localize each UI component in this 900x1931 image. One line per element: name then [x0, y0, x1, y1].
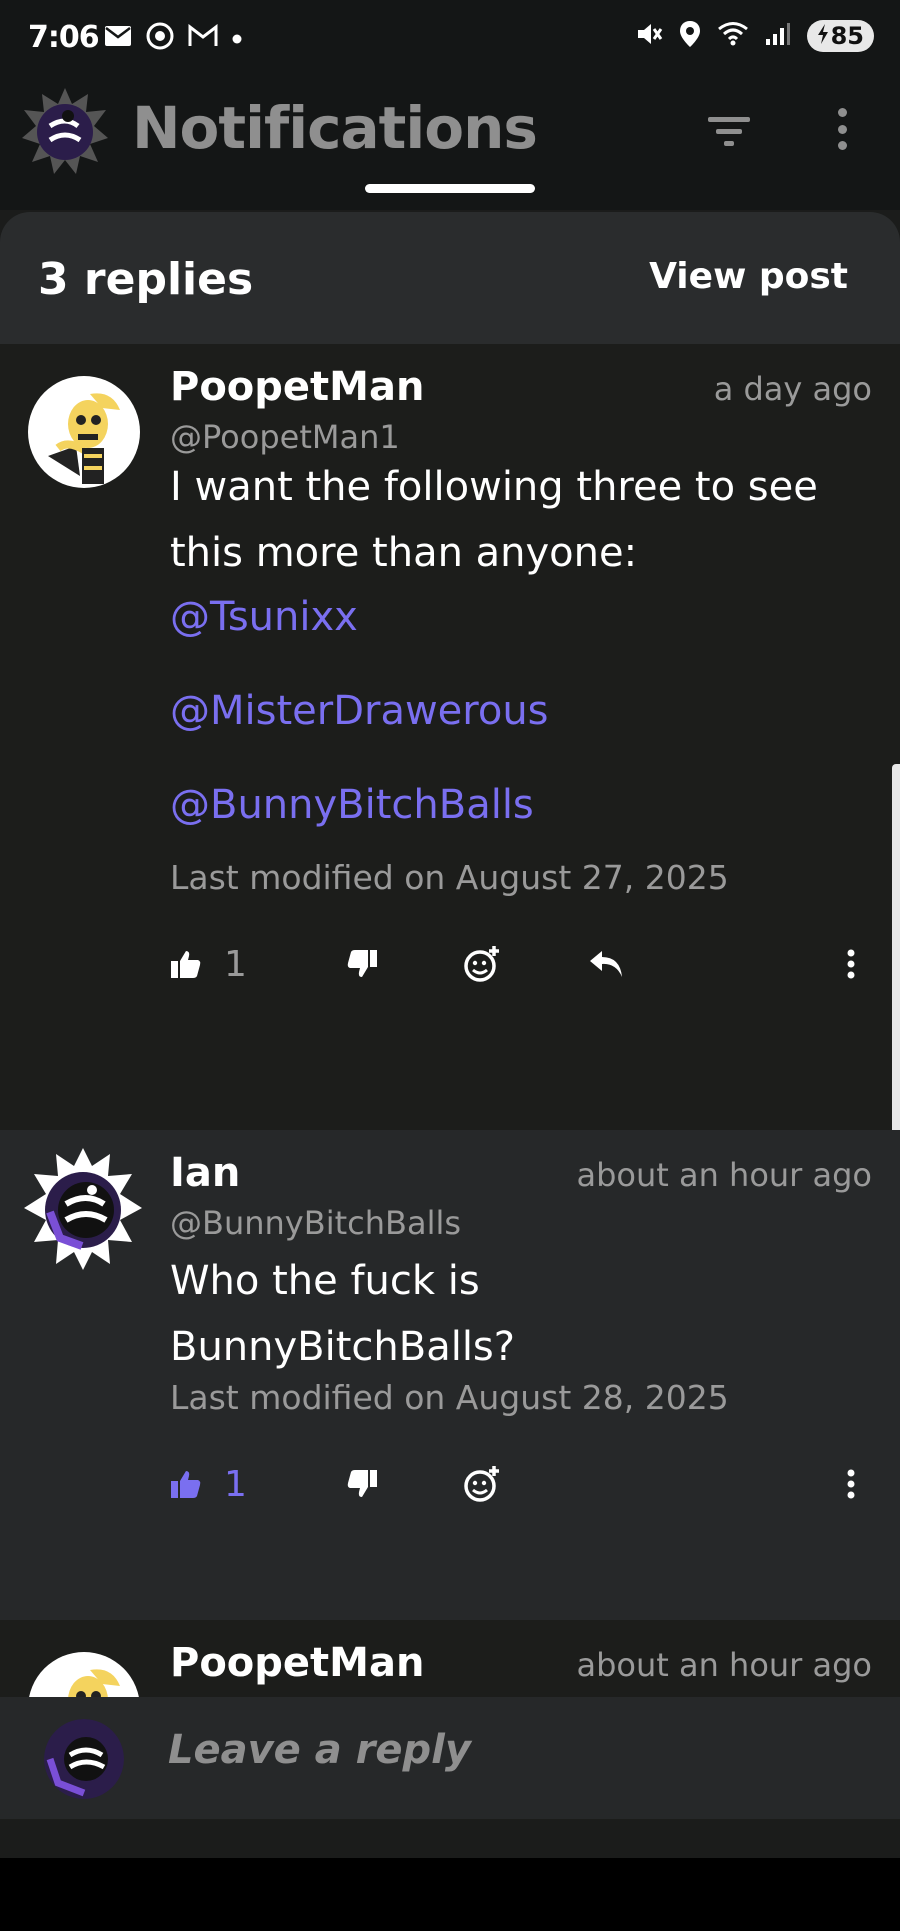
comment-actions: 1 [0, 1454, 900, 1514]
thumbs-down-icon [346, 949, 378, 979]
dot [837, 141, 847, 150]
mention-link[interactable]: @MisterDrawerous [170, 688, 549, 734]
comment-time: a day ago [713, 370, 872, 408]
comment-body: I want the following three to see this m… [170, 454, 880, 586]
more-vertical-icon [846, 1469, 856, 1499]
upvote-button[interactable]: 1 [170, 934, 247, 994]
mention-link[interactable]: @BunnyBitchBalls [170, 782, 534, 828]
last-modified: Last modified on August 28, 2025 [170, 1378, 729, 1417]
status-time: 7:06 [28, 20, 100, 55]
add-emoji-icon [462, 1464, 502, 1504]
comment-time: about an hour ago [576, 1646, 872, 1684]
view-post-button[interactable]: View post [649, 256, 848, 297]
comment-more-button[interactable] [846, 1454, 856, 1514]
comment-item: PoopetMan a day ago @PoopetMan1 I want t… [0, 344, 900, 1144]
wifi-icon [717, 21, 749, 51]
add-reaction-button[interactable] [462, 934, 502, 994]
downvote-button[interactable] [346, 1454, 378, 1514]
comment-handle[interactable]: @PoopetMan1 [170, 418, 400, 456]
comment-body: Who the fuck is BunnyBitchBalls? [170, 1248, 880, 1380]
add-emoji-icon [462, 944, 502, 984]
dot [837, 124, 847, 134]
status-left-icons [104, 22, 242, 54]
notification-dot-icon [232, 29, 242, 48]
comment-author[interactable]: PoopetMan [170, 364, 424, 410]
thumbs-down-icon [346, 1469, 378, 1499]
downvote-button[interactable] [346, 934, 378, 994]
filter-button[interactable] [706, 108, 752, 154]
battery-indicator: 85 [806, 20, 874, 52]
replies-count: 3 replies [38, 254, 254, 305]
comment-body-line: BunnyBitchBalls? [170, 1324, 515, 1370]
reply-input[interactable] [168, 1727, 848, 1773]
sheet-header: 3 replies View post [0, 212, 900, 344]
comment-item: Ian about an hour ago @BunnyBitchBalls W… [0, 1130, 900, 1620]
page-title: Notifications [132, 94, 538, 162]
more-vertical-icon [846, 949, 856, 979]
location-icon [679, 20, 701, 52]
filter-icon [708, 117, 750, 146]
comment-actions: 1 [0, 934, 900, 994]
avatar [44, 1719, 124, 1799]
reply-bar [0, 1697, 900, 1819]
upvote-button[interactable]: 1 [170, 1454, 247, 1514]
comment-handle[interactable]: @BunnyBitchBalls [170, 1204, 461, 1242]
dot [837, 108, 847, 117]
reply-icon [588, 949, 624, 979]
mail-icon [104, 25, 132, 51]
upvote-count: 1 [224, 943, 247, 985]
browser-icon [146, 22, 174, 54]
comment-more-button[interactable] [846, 934, 856, 994]
comment-author[interactable]: Ian [170, 1150, 240, 1196]
mute-icon [635, 20, 663, 52]
avatar[interactable] [20, 1146, 146, 1272]
screen: 7:06 85 Notifications 3 replies View pos… [0, 0, 900, 1931]
status-right-icons: 85 [635, 20, 874, 52]
reply-button[interactable] [588, 934, 624, 994]
upvote-count: 1 [224, 1463, 247, 1505]
comment-time: about an hour ago [576, 1156, 872, 1194]
status-bar: 7:06 85 [0, 0, 900, 80]
thumbs-up-icon [170, 1469, 202, 1499]
mention-link[interactable]: @Tsunixx [170, 594, 358, 640]
tab-indicator [365, 184, 535, 193]
add-reaction-button[interactable] [462, 1454, 502, 1514]
replies-sheet: 3 replies View post PoopetMan a day ago … [0, 212, 900, 1862]
gmail-icon [188, 23, 218, 52]
thumbs-up-icon [170, 949, 202, 979]
comment-body-line: I want the following three to see [170, 464, 818, 510]
more-options-button[interactable] [826, 104, 858, 154]
last-modified: Last modified on August 27, 2025 [170, 858, 729, 897]
comment-body-line: this more than anyone: [170, 530, 638, 576]
battery-level: 85 [830, 22, 864, 50]
scrollbar[interactable] [892, 764, 900, 1144]
app-logo-icon[interactable] [20, 86, 110, 176]
avatar[interactable] [28, 376, 140, 488]
app-bar: Notifications [0, 80, 900, 210]
navigation-bar [0, 1858, 900, 1931]
comment-body-line: Who the fuck is [170, 1258, 480, 1304]
charging-icon [817, 22, 829, 50]
signal-icon [765, 22, 791, 50]
comment-author[interactable]: PoopetMan [170, 1640, 424, 1686]
